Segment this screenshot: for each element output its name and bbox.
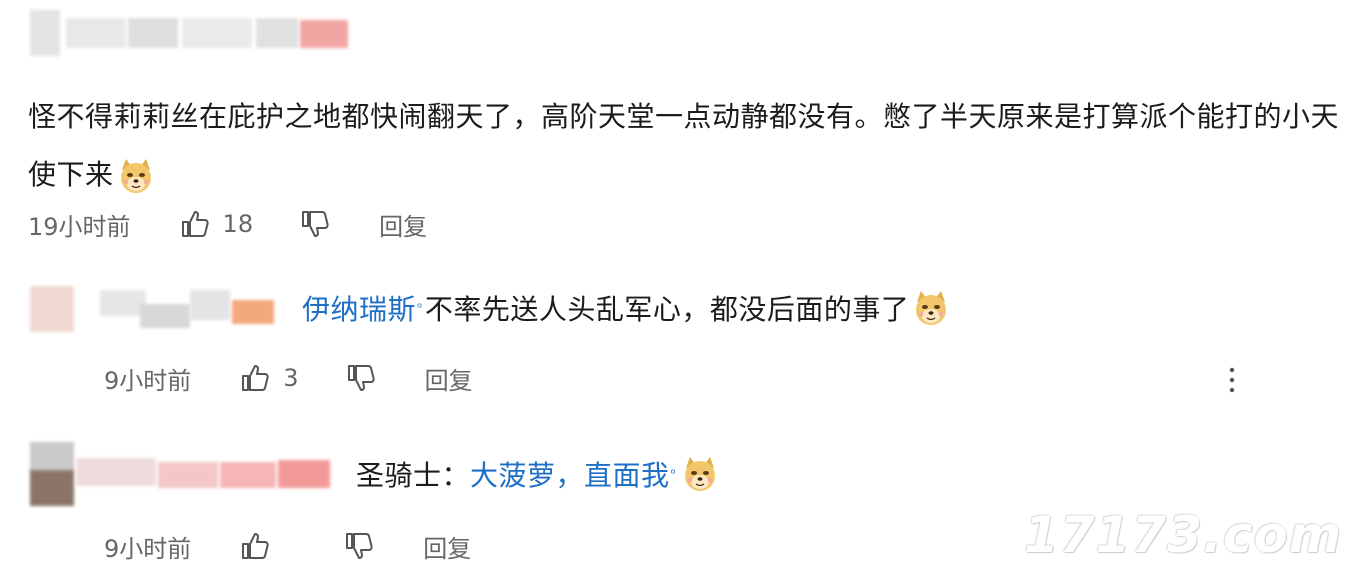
comment-time: 19小时前: [28, 212, 131, 241]
reply-2-mention[interactable]: 大菠萝，直面我: [470, 454, 670, 494]
reply-2-text: 圣骑士： 大菠萝，直面我 ᵒ: [356, 450, 720, 498]
reply-1-text: 伊纳瑞斯 ᵒ 不率先送人头乱军心，都没后面的事了: [302, 284, 951, 332]
doge-emoji-icon: [680, 454, 720, 494]
thumb-up-icon: [242, 365, 269, 391]
thumb-down-icon: [302, 211, 329, 237]
thumb-down-icon: [347, 365, 375, 391]
more-vertical-icon[interactable]: [1220, 364, 1244, 396]
dislike-button[interactable]: [299, 208, 331, 240]
reply-button[interactable]: 回复: [425, 361, 473, 396]
comment-meta: 19小时前 18 回复: [28, 204, 427, 244]
reply-2-meta: 9小时前 回复: [104, 526, 471, 566]
search-icon: ᵒ: [670, 466, 677, 482]
reply-1-mention[interactable]: 伊纳瑞斯: [302, 288, 416, 328]
comment-text: 怪不得莉莉丝在庇护之地都快闹翻天了，高阶天堂一点动静都没有。憋了半天原来是打算派…: [28, 88, 1348, 204]
reply-button[interactable]: 回复: [423, 529, 471, 564]
thumb-up-icon: [181, 211, 209, 237]
doge-emoji-icon: [911, 288, 951, 328]
reply-1-time: 9小时前: [104, 366, 192, 395]
doge-emoji-icon: [116, 156, 156, 196]
reply-1-body: 不率先送人头乱军心，都没后面的事了: [424, 293, 910, 326]
like-count: 18: [222, 210, 254, 238]
reply-1-meta: 9小时前 3 回复: [104, 358, 473, 398]
thumb-down-icon: [346, 533, 373, 559]
like-count: 3: [283, 364, 299, 392]
dislike-button[interactable]: [343, 530, 375, 562]
like-button[interactable]: [239, 362, 271, 394]
watermark-logo: 17173.com: [1023, 506, 1342, 564]
like-button[interactable]: [179, 208, 211, 240]
thumb-up-icon: [242, 533, 269, 559]
reply-2-time: 9小时前: [104, 534, 192, 563]
reply-button[interactable]: 回复: [379, 207, 427, 242]
search-icon: ᵒ: [417, 300, 423, 316]
like-button[interactable]: [239, 530, 271, 562]
dislike-button[interactable]: [345, 362, 377, 394]
reply-2-prefix: 圣骑士：: [356, 459, 471, 492]
comment-body: 怪不得莉莉丝在庇护之地都快闹翻天了，高阶天堂一点动静都没有。憋了半天原来是打算派…: [28, 100, 1340, 191]
